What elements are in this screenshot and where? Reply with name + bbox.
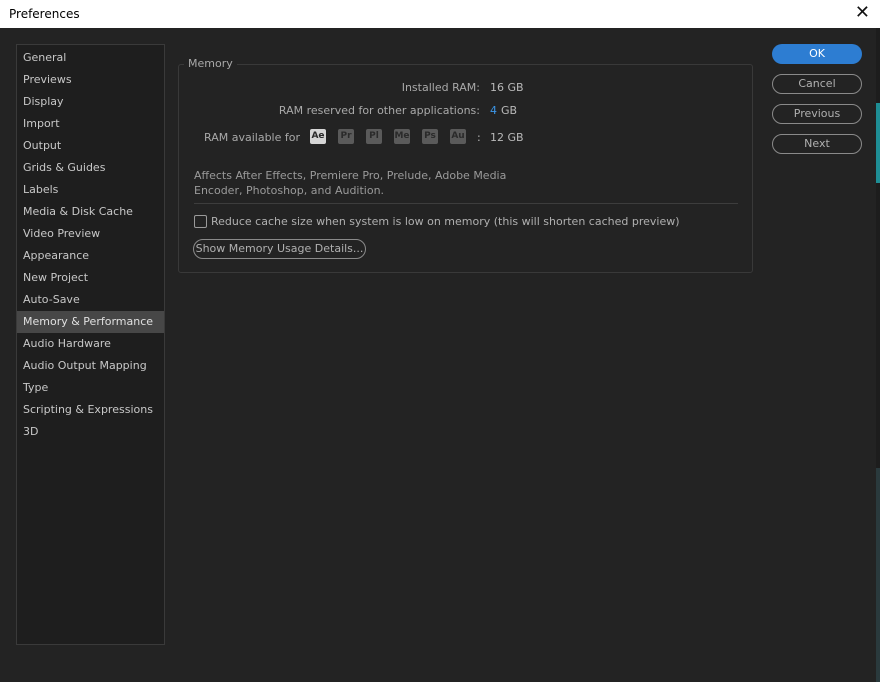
after-effects-icon: Ae	[310, 129, 326, 144]
media-encoder-icon: Me	[394, 129, 410, 144]
ok-button[interactable]: OK	[772, 44, 862, 64]
prelude-icon: Pl	[366, 129, 382, 144]
previous-button[interactable]: Previous	[772, 104, 862, 124]
sidebar-item-new-project[interactable]: New Project	[17, 267, 164, 289]
sidebar-item-general[interactable]: General	[17, 47, 164, 69]
background-accent	[876, 103, 880, 183]
sidebar-item-scripting-expressions[interactable]: Scripting & Expressions	[17, 399, 164, 421]
sidebar-item-import[interactable]: Import	[17, 113, 164, 135]
cancel-button[interactable]: Cancel	[772, 74, 862, 94]
installed-ram-value: 16 GB	[490, 81, 524, 94]
close-icon[interactable]: ✕	[855, 3, 870, 23]
background-window-strip	[876, 28, 880, 682]
sidebar-item-type[interactable]: Type	[17, 377, 164, 399]
next-button[interactable]: Next	[772, 134, 862, 154]
sidebar-item-output[interactable]: Output	[17, 135, 164, 157]
background-accent-lower	[876, 468, 880, 682]
reserved-ram-value[interactable]: 4	[490, 104, 497, 117]
divider	[194, 203, 738, 204]
sidebar-item-display[interactable]: Display	[17, 91, 164, 113]
memory-group-title: Memory	[184, 57, 237, 70]
memory-description: Affects After Effects, Premiere Pro, Pre…	[194, 169, 507, 197]
sidebar-item-labels[interactable]: Labels	[17, 179, 164, 201]
category-sidebar: General Previews Display Import Output Grids …	[16, 44, 165, 645]
sidebar-item-audio-hardware[interactable]: Audio Hardware	[17, 333, 164, 355]
title-bar: Preferences ✕	[0, 0, 880, 28]
category-list: General Previews Display Import Output Grids …	[17, 45, 164, 443]
reserved-ram-label: RAM reserved for other applications:	[278, 104, 480, 117]
audition-icon: Au	[450, 129, 466, 144]
installed-ram-label: Installed RAM:	[401, 81, 480, 94]
sidebar-item-auto-save[interactable]: Auto-Save	[17, 289, 164, 311]
sidebar-item-appearance[interactable]: Appearance	[17, 245, 164, 267]
reduce-cache-label[interactable]: Reduce cache size when system is low on …	[211, 215, 680, 228]
show-memory-details-button[interactable]: Show Memory Usage Details...	[193, 239, 366, 259]
available-ram-separator: :	[477, 131, 481, 144]
photoshop-icon: Ps	[422, 129, 438, 144]
available-ram-value: 12 GB	[490, 131, 524, 144]
sidebar-item-previews[interactable]: Previews	[17, 69, 164, 91]
premiere-pro-icon: Pr	[338, 129, 354, 144]
reduce-cache-checkbox[interactable]	[194, 215, 207, 228]
available-ram-label: RAM available for	[204, 131, 300, 144]
sidebar-item-audio-output-mapping[interactable]: Audio Output Mapping	[17, 355, 164, 377]
reserved-ram-unit: GB	[501, 104, 518, 117]
sidebar-item-memory-performance[interactable]: Memory & Performance	[17, 311, 164, 333]
sidebar-item-grids-guides[interactable]: Grids & Guides	[17, 157, 164, 179]
sidebar-item-media-disk-cache[interactable]: Media & Disk Cache	[17, 201, 164, 223]
sidebar-item-video-preview[interactable]: Video Preview	[17, 223, 164, 245]
window-title: Preferences	[9, 7, 80, 21]
sidebar-item-3d[interactable]: 3D	[17, 421, 164, 443]
